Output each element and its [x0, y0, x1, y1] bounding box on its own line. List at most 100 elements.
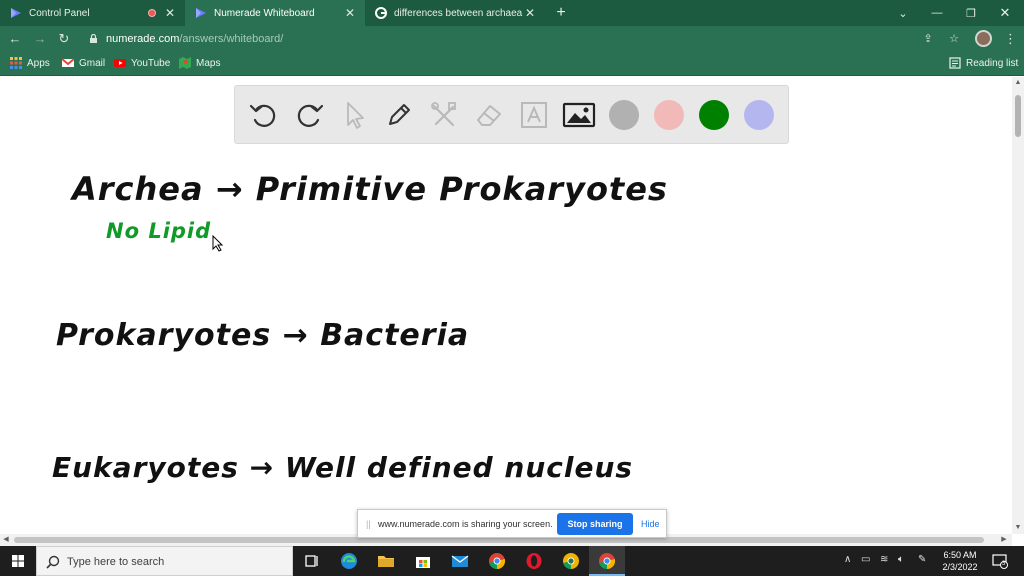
- bookmark-maps[interactable]: Maps: [179, 57, 220, 69]
- sharing-message: www.numerade.com is sharing your screen.: [378, 519, 553, 529]
- bookmarks-bar: Apps Gmail YouTube Maps Reading list: [0, 52, 1024, 76]
- action-center-button[interactable]: 3: [992, 553, 1008, 569]
- browser-menu-icon[interactable]: ⋮: [1004, 30, 1017, 48]
- scroll-up-arrow-icon[interactable]: ▲: [1012, 77, 1024, 89]
- search-placeholder: Type here to search: [67, 556, 165, 568]
- mouse-cursor-icon: [212, 235, 224, 252]
- tab-control-panel[interactable]: Control Panel ✕: [0, 0, 185, 26]
- microsoft-store-icon[interactable]: [414, 552, 432, 570]
- whiteboard-canvas[interactable]: Archea → Primitive Prokaryotes No Lipid …: [0, 77, 1012, 534]
- share-icon[interactable]: ⇪: [920, 31, 936, 47]
- mail-icon[interactable]: [451, 552, 469, 570]
- pen-icon[interactable]: [382, 98, 416, 132]
- image-icon[interactable]: [562, 98, 596, 132]
- wifi-icon[interactable]: ≋: [880, 554, 888, 565]
- volume-icon[interactable]: 🔈︎: [898, 554, 904, 565]
- close-tab-icon[interactable]: ✕: [345, 6, 355, 20]
- chrome-active-window-icon[interactable]: [598, 552, 616, 570]
- recording-indicator-icon: [147, 9, 156, 17]
- taskbar-search-box[interactable]: Type here to search: [36, 546, 293, 576]
- windows-taskbar: Type here to search ∧ ▭ ≋ 🔈︎ ✎ 6:50 AM 2…: [0, 546, 1024, 576]
- chrome-canary-icon[interactable]: [562, 552, 580, 570]
- windows-start-icon[interactable]: [0, 546, 36, 576]
- system-clock[interactable]: 6:50 AM 2/3/2022: [934, 549, 986, 573]
- bookmark-label: YouTube: [131, 57, 171, 69]
- tab-search-chevron-icon[interactable]: ⌄: [886, 0, 920, 26]
- vertical-scrollbar[interactable]: ▲ ▼: [1012, 77, 1024, 534]
- tab-title: Control Panel: [29, 7, 90, 19]
- screen-sharing-banner: || www.numerade.com is sharing your scre…: [357, 509, 667, 538]
- bookmark-star-icon[interactable]: ☆: [946, 31, 962, 47]
- tab-numerade-whiteboard[interactable]: Numerade Whiteboard ✕: [185, 0, 365, 26]
- drag-handle-icon[interactable]: ||: [366, 519, 371, 529]
- whiteboard-toolbar: [234, 85, 789, 144]
- chrome-icon[interactable]: [488, 552, 506, 570]
- note-line-3: Eukaryotes → Well defined nucleus: [52, 451, 634, 484]
- url-text: numerade.com/answers/whiteboard/: [106, 33, 283, 45]
- edge-browser-icon[interactable]: [340, 552, 358, 570]
- redo-icon[interactable]: [292, 98, 326, 132]
- tab-differences-search[interactable]: differences between archaea and ✕: [365, 0, 545, 26]
- notifications-icon: [992, 554, 1008, 569]
- tab-title: Numerade Whiteboard: [214, 7, 315, 19]
- note-line-1: Archea → Primitive Prokaryotes: [72, 170, 668, 208]
- scroll-down-arrow-icon[interactable]: ▼: [1012, 522, 1024, 534]
- battery-icon[interactable]: ▭: [861, 554, 870, 565]
- gmail-icon: [62, 58, 74, 67]
- tools-icon[interactable]: [427, 98, 461, 132]
- note-line-1-annotation: No Lipid: [106, 219, 212, 243]
- browser-tab-strip: Control Panel ✕ Numerade Whiteboard ✕ di…: [0, 0, 1024, 26]
- color-swatch-gray[interactable]: [609, 100, 639, 130]
- profile-avatar[interactable]: [975, 30, 992, 47]
- google-icon: [375, 7, 387, 19]
- select-cursor-icon[interactable]: [337, 98, 371, 132]
- note-line-2: Prokaryotes → Bacteria: [56, 318, 470, 353]
- scroll-left-arrow-icon[interactable]: ◀: [0, 534, 12, 546]
- browser-toolbar: ← → ↻ numerade.com/answers/whiteboard/ ⇪…: [0, 26, 1024, 52]
- new-tab-button[interactable]: +: [553, 4, 569, 22]
- url-path: /answers/whiteboard/: [179, 33, 284, 45]
- bookmark-label: Apps: [27, 57, 50, 69]
- clock-time: 6:50 AM: [943, 550, 977, 560]
- minimize-button[interactable]: —: [920, 0, 954, 26]
- hide-banner-link[interactable]: Hide: [641, 519, 660, 529]
- restore-button[interactable]: ❐: [954, 0, 988, 26]
- bookmark-apps[interactable]: Apps: [10, 57, 50, 69]
- youtube-icon: [114, 59, 126, 67]
- color-swatch-pink[interactable]: [654, 100, 684, 130]
- back-button[interactable]: ←: [6, 30, 24, 48]
- bookmark-youtube[interactable]: YouTube: [114, 57, 170, 69]
- stop-sharing-button[interactable]: Stop sharing: [557, 513, 633, 535]
- reading-list-button[interactable]: Reading list: [949, 57, 1018, 69]
- eraser-icon[interactable]: [472, 98, 506, 132]
- notification-count: 3: [1002, 561, 1006, 567]
- text-icon[interactable]: [517, 98, 551, 132]
- scroll-thumb[interactable]: [1015, 95, 1021, 137]
- pen-workspace-icon[interactable]: ✎: [918, 554, 926, 565]
- forward-button[interactable]: →: [31, 30, 49, 48]
- reading-list-icon: [949, 57, 961, 69]
- close-tab-icon[interactable]: ✕: [525, 6, 535, 20]
- clock-date: 2/3/2022: [942, 562, 978, 572]
- file-explorer-icon[interactable]: [377, 552, 395, 570]
- reload-button[interactable]: ↻: [55, 30, 73, 48]
- address-bar[interactable]: numerade.com/answers/whiteboard/ ⇪ ☆: [80, 29, 959, 49]
- reading-list-label: Reading list: [966, 57, 1019, 69]
- task-view-icon[interactable]: [303, 552, 321, 570]
- show-hidden-icons-chevron-icon[interactable]: ∧: [844, 554, 851, 565]
- bookmark-gmail[interactable]: Gmail: [62, 57, 105, 69]
- apps-grid-icon: [10, 57, 22, 69]
- opera-icon[interactable]: [525, 552, 543, 570]
- scroll-right-arrow-icon[interactable]: ▶: [998, 534, 1010, 546]
- lock-icon: [90, 34, 97, 43]
- numerade-logo-icon: [11, 8, 21, 18]
- search-icon: [46, 555, 60, 569]
- numerade-logo-icon: [196, 8, 206, 18]
- undo-icon[interactable]: [247, 98, 281, 132]
- close-tab-icon[interactable]: ✕: [165, 6, 175, 20]
- close-window-button[interactable]: ✕: [988, 0, 1022, 26]
- url-domain: numerade.com: [106, 33, 180, 45]
- tab-title: differences between archaea and: [394, 7, 525, 19]
- color-swatch-green[interactable]: [699, 100, 729, 130]
- color-swatch-lavender[interactable]: [744, 100, 774, 130]
